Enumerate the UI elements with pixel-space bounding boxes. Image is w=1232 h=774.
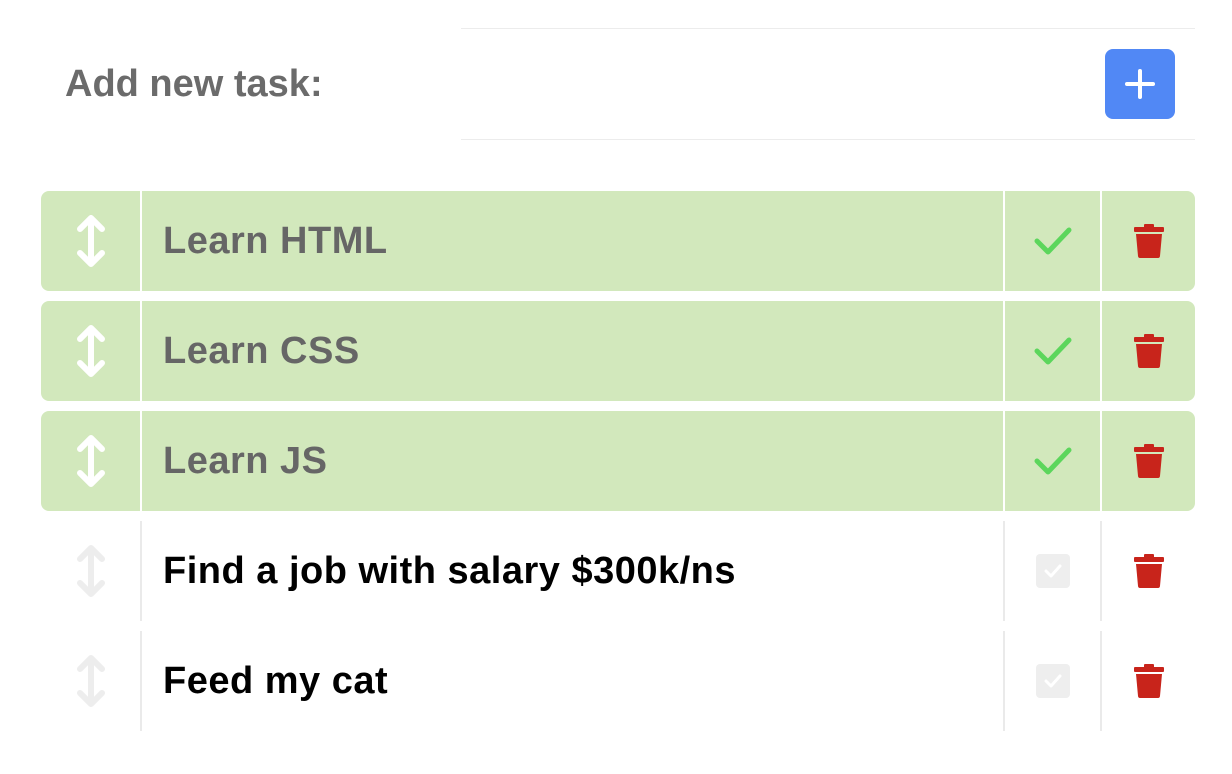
check-icon [1034, 337, 1071, 365]
drag-handle[interactable] [41, 411, 140, 511]
trash-icon [1133, 664, 1164, 698]
drag-handle[interactable] [41, 191, 140, 291]
trash-icon [1133, 554, 1164, 588]
task-row: Learn CSS [41, 301, 1195, 401]
complete-toggle[interactable] [1005, 301, 1100, 401]
check-icon [1034, 447, 1071, 475]
drag-arrows-icon [76, 215, 105, 267]
trash-icon [1133, 444, 1164, 478]
drag-handle[interactable] [41, 631, 140, 731]
task-title: Find a job with salary $300k/ns [163, 549, 737, 592]
drag-arrows-icon [76, 545, 105, 597]
new-task-input[interactable] [41, 28, 1081, 140]
delete-button[interactable] [1102, 191, 1195, 291]
task-row: Feed my cat [41, 631, 1195, 731]
delete-button[interactable] [1102, 301, 1195, 401]
task-row: Find a job with salary $300k/ns [41, 521, 1195, 621]
add-task-button[interactable] [1105, 49, 1175, 119]
delete-button[interactable] [1102, 631, 1195, 731]
task-list: Learn HTML Learn CSS Learn JS Find a job… [41, 191, 1195, 741]
trash-icon [1133, 334, 1164, 368]
complete-toggle[interactable] [1005, 631, 1100, 731]
drag-handle[interactable] [41, 301, 140, 401]
checkbox[interactable] [1035, 554, 1070, 588]
add-task-bar [41, 28, 1195, 140]
task-title: Feed my cat [163, 659, 389, 702]
task-title: Learn CSS [163, 329, 360, 372]
task-row: Learn HTML [41, 191, 1195, 291]
task-row: Learn JS [41, 411, 1195, 511]
divider [461, 139, 1195, 140]
check-icon [1044, 674, 1061, 688]
drag-arrows-icon [76, 655, 105, 707]
plus-icon [1125, 69, 1155, 99]
check-icon [1044, 564, 1061, 578]
delete-button[interactable] [1102, 411, 1195, 511]
check-icon [1034, 227, 1071, 255]
drag-arrows-icon [76, 325, 105, 377]
delete-button[interactable] [1102, 521, 1195, 621]
task-title: Learn HTML [163, 219, 388, 262]
complete-toggle[interactable] [1005, 521, 1100, 621]
drag-arrows-icon [76, 435, 105, 487]
drag-handle[interactable] [41, 521, 140, 621]
trash-icon [1133, 224, 1164, 258]
task-title: Learn JS [163, 439, 328, 482]
complete-toggle[interactable] [1005, 191, 1100, 291]
checkbox[interactable] [1035, 664, 1070, 698]
complete-toggle[interactable] [1005, 411, 1100, 511]
